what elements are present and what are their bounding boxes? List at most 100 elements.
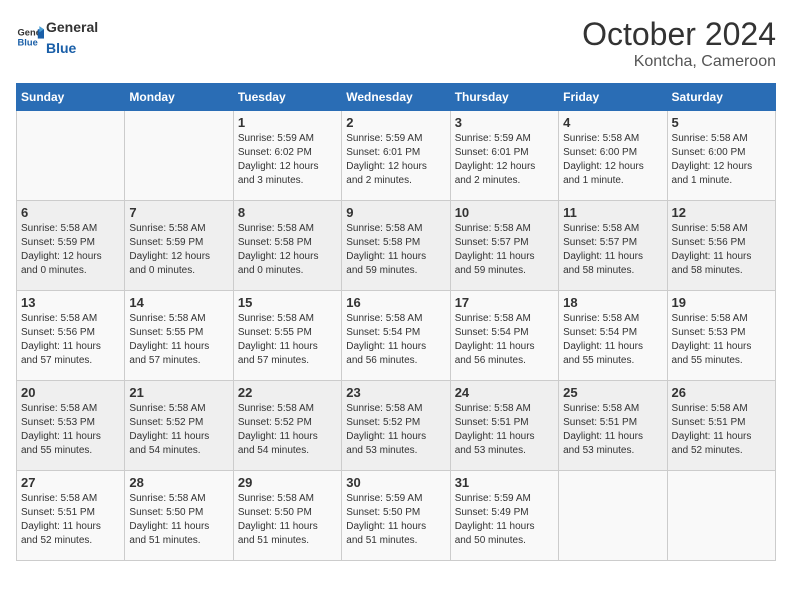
calendar-cell <box>667 471 775 561</box>
day-number: 25 <box>563 385 662 400</box>
calendar-cell: 17Sunrise: 5:58 AM Sunset: 5:54 PM Dayli… <box>450 291 558 381</box>
calendar-cell: 10Sunrise: 5:58 AM Sunset: 5:57 PM Dayli… <box>450 201 558 291</box>
location: Kontcha, Cameroon <box>582 53 776 71</box>
calendar-cell: 16Sunrise: 5:58 AM Sunset: 5:54 PM Dayli… <box>342 291 450 381</box>
calendar-cell: 7Sunrise: 5:58 AM Sunset: 5:59 PM Daylig… <box>125 201 233 291</box>
calendar-cell: 8 Sunrise: 5:58 AM Sunset: 5:58 PM Daylig… <box>233 201 341 291</box>
day-number: 11 <box>563 205 662 220</box>
calendar-week-3: 13 Sunrise: 5:58 AM Sunset: 5:56 PM Dayli… <box>17 291 776 381</box>
day-number: 22 <box>238 385 337 400</box>
calendar-cell: 30Sunrise: 5:59 AM Sunset: 5:50 PM Dayli… <box>342 471 450 561</box>
day-info: Sunrise: 5:58 AM Sunset: 5:53 PM Dayligh… <box>672 312 771 368</box>
calendar-cell: 19 Sunrise: 5:58 AM Sunset: 5:53 PM Dayli… <box>667 291 775 381</box>
day-number: 6 <box>21 205 120 220</box>
day-info: Sunrise: 5:58 AM Sunset: 5:51 PM Dayligh… <box>672 402 771 458</box>
svg-text:Blue: Blue <box>18 38 38 48</box>
calendar-cell: 20 Sunrise: 5:58 AM Sunset: 5:53 PM Dayli… <box>17 381 125 471</box>
day-info: Sunrise: 5:59 AM Sunset: 6:02 PM Dayligh… <box>238 132 337 188</box>
day-number: 28 <box>129 475 228 490</box>
day-info: Sunrise: 5:58 AM Sunset: 5:56 PM Dayligh… <box>21 312 120 368</box>
day-info: Sunrise: 5:58 AM Sunset: 5:51 PM Dayligh… <box>455 402 554 458</box>
month-year: October 2024 <box>582 16 776 53</box>
weekday-header-tuesday: Tuesday <box>233 84 341 111</box>
day-info: Sunrise: 5:58 AM Sunset: 5:52 PM Dayligh… <box>346 402 445 458</box>
day-info: Sunrise: 5:58 AM Sunset: 5:55 PM Dayligh… <box>238 312 337 368</box>
day-info: Sunrise: 5:58 AM Sunset: 5:53 PM Dayligh… <box>21 402 120 458</box>
day-number: 4 <box>563 115 662 130</box>
calendar-cell: 11 Sunrise: 5:58 AM Sunset: 5:57 PM Dayli… <box>559 201 667 291</box>
day-number: 27 <box>21 475 120 490</box>
calendar-cell: 9 Sunrise: 5:58 AM Sunset: 5:58 PM Daylig… <box>342 201 450 291</box>
calendar-week-4: 20 Sunrise: 5:58 AM Sunset: 5:53 PM Dayli… <box>17 381 776 471</box>
calendar-week-2: 6 Sunrise: 5:58 AM Sunset: 5:59 PM Daylig… <box>17 201 776 291</box>
day-number: 7 <box>129 205 228 220</box>
day-number: 18 <box>563 295 662 310</box>
day-info: Sunrise: 5:58 AM Sunset: 5:50 PM Dayligh… <box>129 492 228 548</box>
calendar-week-5: 27 Sunrise: 5:58 AM Sunset: 5:51 PM Dayli… <box>17 471 776 561</box>
day-info: Sunrise: 5:58 AM Sunset: 5:58 PM Dayligh… <box>238 222 337 278</box>
calendar-cell: 1 Sunrise: 5:59 AM Sunset: 6:02 PM Daylig… <box>233 111 341 201</box>
day-info: Sunrise: 5:58 AM Sunset: 5:55 PM Dayligh… <box>129 312 228 368</box>
day-info: Sunrise: 5:58 AM Sunset: 6:00 PM Dayligh… <box>563 132 662 188</box>
weekday-header-row: SundayMondayTuesdayWednesdayThursdayFrid… <box>17 84 776 111</box>
day-number: 3 <box>455 115 554 130</box>
day-number: 26 <box>672 385 771 400</box>
calendar-week-1: 1 Sunrise: 5:59 AM Sunset: 6:02 PM Daylig… <box>17 111 776 201</box>
weekday-header-saturday: Saturday <box>667 84 775 111</box>
day-info: Sunrise: 5:58 AM Sunset: 5:52 PM Dayligh… <box>238 402 337 458</box>
day-info: Sunrise: 5:58 AM Sunset: 5:58 PM Dayligh… <box>346 222 445 278</box>
day-info: Sunrise: 5:58 AM Sunset: 5:52 PM Dayligh… <box>129 402 228 458</box>
day-info: Sunrise: 5:58 AM Sunset: 5:54 PM Dayligh… <box>346 312 445 368</box>
calendar-cell: 12 Sunrise: 5:58 AM Sunset: 5:56 PM Dayli… <box>667 201 775 291</box>
day-number: 31 <box>455 475 554 490</box>
logo-blue-text: Blue <box>46 40 76 56</box>
calendar-cell: 21 Sunrise: 5:58 AM Sunset: 5:52 PM Dayli… <box>125 381 233 471</box>
weekday-header-sunday: Sunday <box>17 84 125 111</box>
calendar-cell <box>559 471 667 561</box>
calendar-cell: 14 Sunrise: 5:58 AM Sunset: 5:55 PM Dayli… <box>125 291 233 381</box>
day-info: Sunrise: 5:58 AM Sunset: 5:57 PM Dayligh… <box>563 222 662 278</box>
day-info: Sunrise: 5:58 AM Sunset: 5:59 PM Dayligh… <box>21 222 120 278</box>
calendar-cell: 29Sunrise: 5:58 AM Sunset: 5:50 PM Dayli… <box>233 471 341 561</box>
logo-icon: General Blue <box>16 23 44 51</box>
day-number: 24 <box>455 385 554 400</box>
weekday-header-thursday: Thursday <box>450 84 558 111</box>
calendar-cell: 18Sunrise: 5:58 AM Sunset: 5:54 PM Dayli… <box>559 291 667 381</box>
calendar-cell: 5Sunrise: 5:58 AM Sunset: 6:00 PM Daylig… <box>667 111 775 201</box>
day-number: 9 <box>346 205 445 220</box>
day-number: 13 <box>21 295 120 310</box>
day-number: 23 <box>346 385 445 400</box>
weekday-header-wednesday: Wednesday <box>342 84 450 111</box>
day-number: 14 <box>129 295 228 310</box>
calendar-cell: 25 Sunrise: 5:58 AM Sunset: 5:51 PM Dayli… <box>559 381 667 471</box>
day-number: 19 <box>672 295 771 310</box>
calendar-cell: 2Sunrise: 5:59 AM Sunset: 6:01 PM Daylig… <box>342 111 450 201</box>
day-info: Sunrise: 5:59 AM Sunset: 5:49 PM Dayligh… <box>455 492 554 548</box>
calendar-cell <box>17 111 125 201</box>
day-number: 20 <box>21 385 120 400</box>
day-number: 8 <box>238 205 337 220</box>
weekday-header-friday: Friday <box>559 84 667 111</box>
day-number: 5 <box>672 115 771 130</box>
day-info: Sunrise: 5:58 AM Sunset: 5:51 PM Dayligh… <box>563 402 662 458</box>
calendar-table: SundayMondayTuesdayWednesdayThursdayFrid… <box>16 83 776 561</box>
day-number: 21 <box>129 385 228 400</box>
weekday-header-monday: Monday <box>125 84 233 111</box>
day-number: 1 <box>238 115 337 130</box>
day-info: Sunrise: 5:58 AM Sunset: 5:50 PM Dayligh… <box>238 492 337 548</box>
calendar-cell: 13 Sunrise: 5:58 AM Sunset: 5:56 PM Dayli… <box>17 291 125 381</box>
calendar-body: 1 Sunrise: 5:59 AM Sunset: 6:02 PM Daylig… <box>17 111 776 561</box>
logo: General Blue General Blue <box>16 16 98 58</box>
calendar-cell: 23 Sunrise: 5:58 AM Sunset: 5:52 PM Dayli… <box>342 381 450 471</box>
calendar-cell: 27 Sunrise: 5:58 AM Sunset: 5:51 PM Dayli… <box>17 471 125 561</box>
calendar-cell: 31 Sunrise: 5:59 AM Sunset: 5:49 PM Dayli… <box>450 471 558 561</box>
day-info: Sunrise: 5:58 AM Sunset: 5:51 PM Dayligh… <box>21 492 120 548</box>
calendar-cell: 26 Sunrise: 5:58 AM Sunset: 5:51 PM Dayli… <box>667 381 775 471</box>
day-info: Sunrise: 5:59 AM Sunset: 6:01 PM Dayligh… <box>346 132 445 188</box>
day-info: Sunrise: 5:58 AM Sunset: 5:57 PM Dayligh… <box>455 222 554 278</box>
calendar-cell: 4 Sunrise: 5:58 AM Sunset: 6:00 PM Daylig… <box>559 111 667 201</box>
day-info: Sunrise: 5:58 AM Sunset: 5:54 PM Dayligh… <box>455 312 554 368</box>
day-number: 12 <box>672 205 771 220</box>
calendar-cell: 22 Sunrise: 5:58 AM Sunset: 5:52 PM Dayli… <box>233 381 341 471</box>
day-info: Sunrise: 5:58 AM Sunset: 5:56 PM Dayligh… <box>672 222 771 278</box>
